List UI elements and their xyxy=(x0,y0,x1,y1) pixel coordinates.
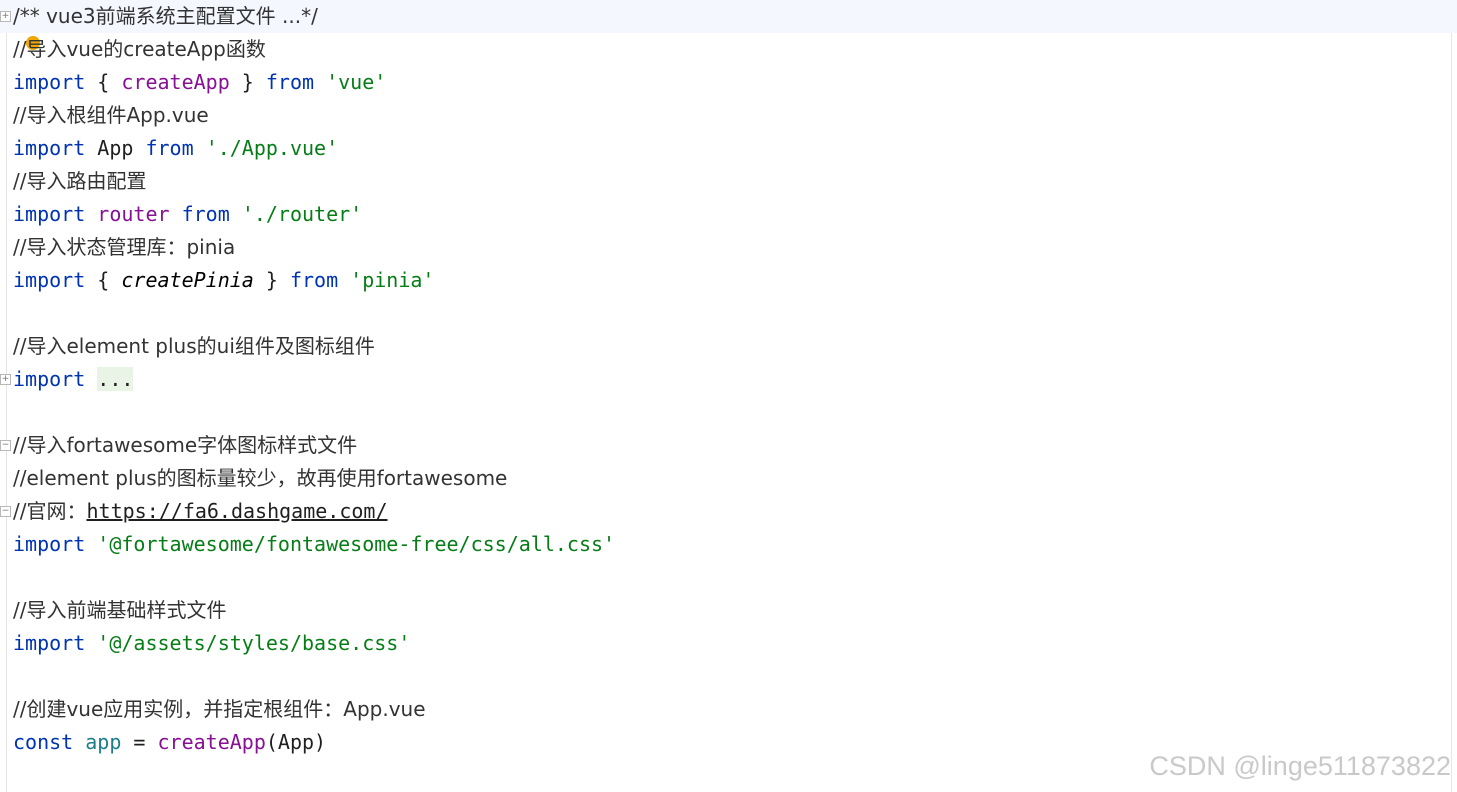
watermark: CSDN @linge511873822 xyxy=(1149,751,1451,781)
code-line[interactable]: import router from './router' xyxy=(13,198,1457,231)
code-line[interactable]: //element plus的图标量较少，故再使用fortawesome xyxy=(13,462,1457,495)
code-line[interactable]: ​ xyxy=(13,297,1457,330)
code-token: App xyxy=(85,136,146,160)
code-line[interactable]: //导入vue的createApp函数 xyxy=(13,33,1457,66)
fold-collapse-icon[interactable]: − xyxy=(0,506,11,517)
code-token: //导入前端基础样式文件 xyxy=(13,598,227,622)
code-token: //导入fortawesome字体图标样式文件 xyxy=(13,433,358,457)
code-token: //导入路由配置 xyxy=(13,169,147,193)
fold-expand-icon[interactable]: + xyxy=(0,11,11,22)
code-token: './router' xyxy=(241,202,363,226)
code-line[interactable]: −//官网：https://fa6.dashgame.com/ xyxy=(0,495,1457,528)
code-token: '@/assets/styles/base.css' xyxy=(97,631,411,655)
code-token: ... xyxy=(97,367,134,391)
code-token: import xyxy=(13,367,86,391)
code-line[interactable]: import { createApp } from 'vue' xyxy=(13,66,1457,99)
code-line[interactable]: ​ xyxy=(13,396,1457,429)
code-token: { xyxy=(85,268,122,292)
code-token: from xyxy=(181,202,230,226)
code-token: app xyxy=(85,730,122,754)
code-token: //创建vue应用实例，并指定根组件：App.vue xyxy=(13,697,426,721)
code-token: } xyxy=(253,268,290,292)
code-line[interactable]: +/** vue3前端系统主配置文件 ...*/ xyxy=(0,0,1457,33)
code-token: createPinia xyxy=(121,268,254,292)
code-line[interactable]: import '@fortawesome/fontawesome-free/cs… xyxy=(13,528,1457,561)
code-token: import xyxy=(13,631,86,655)
code-token: 'pinia' xyxy=(350,268,435,292)
code-editor[interactable]: +/** vue3前端系统主配置文件 ...*///导入vue的createAp… xyxy=(0,0,1457,792)
code-token: from xyxy=(265,70,315,94)
code-line[interactable]: + import ... xyxy=(0,363,1457,396)
code-line[interactable]: //导入根组件App.vue xyxy=(13,99,1457,132)
code-token: /** vue3前端系统主配置文件 ...*/ xyxy=(13,4,318,28)
code-token: //导入element plus的ui组件及图标组件 xyxy=(13,334,375,358)
fold-collapse-icon[interactable]: − xyxy=(0,440,11,451)
code-token: //element plus的图标量较少，故再使用fortawesome xyxy=(13,466,508,490)
code-token: import xyxy=(13,136,86,160)
code-token: createApp xyxy=(157,730,266,754)
code-token: const xyxy=(13,730,74,754)
code-token[interactable]: https://fa6.dashgame.com/ xyxy=(86,499,387,523)
gutter-divider xyxy=(6,0,7,792)
code-token: import xyxy=(13,532,86,556)
code-token: 'vue' xyxy=(326,70,387,94)
code-token: from xyxy=(289,268,339,292)
code-token: //导入状态管理库：pinia xyxy=(13,235,236,259)
code-line[interactable]: −//导入fortawesome字体图标样式文件 xyxy=(0,429,1457,462)
code-token: = xyxy=(121,730,158,754)
code-token: //导入根组件App.vue xyxy=(13,103,209,127)
code-token: //官网： xyxy=(13,499,87,523)
fold-expand-icon[interactable]: + xyxy=(0,374,11,385)
code-token: createApp xyxy=(121,70,230,94)
code-line[interactable]: ​ xyxy=(13,660,1457,693)
code-token: from xyxy=(145,136,194,160)
code-token: import xyxy=(13,268,86,292)
code-area[interactable]: +/** vue3前端系统主配置文件 ...*///导入vue的createAp… xyxy=(0,0,1457,759)
code-line[interactable]: ​ xyxy=(13,561,1457,594)
code-token: { xyxy=(85,70,122,94)
code-line[interactable]: //导入element plus的ui组件及图标组件 xyxy=(13,330,1457,363)
code-token: } xyxy=(229,70,266,94)
code-token: './App.vue' xyxy=(205,136,339,160)
code-token: import xyxy=(13,202,86,226)
code-line[interactable]: import '@/assets/styles/base.css' xyxy=(13,627,1457,660)
code-line[interactable]: import App from './App.vue' xyxy=(13,132,1457,165)
code-line[interactable]: //创建vue应用实例，并指定根组件：App.vue xyxy=(13,693,1457,726)
code-token: import xyxy=(13,70,86,94)
code-line[interactable]: //导入前端基础样式文件 xyxy=(13,594,1457,627)
code-line[interactable]: //导入状态管理库：pinia xyxy=(13,231,1457,264)
code-token: '@fortawesome/fontawesome-free/css/all.c… xyxy=(97,532,616,556)
code-token: (App) xyxy=(265,730,327,754)
code-line[interactable]: //导入路由配置 xyxy=(13,165,1457,198)
code-token: //导入vue的createApp函数 xyxy=(13,37,266,61)
code-token: router xyxy=(97,202,170,226)
code-line[interactable]: import { createPinia } from 'pinia' xyxy=(13,264,1457,297)
